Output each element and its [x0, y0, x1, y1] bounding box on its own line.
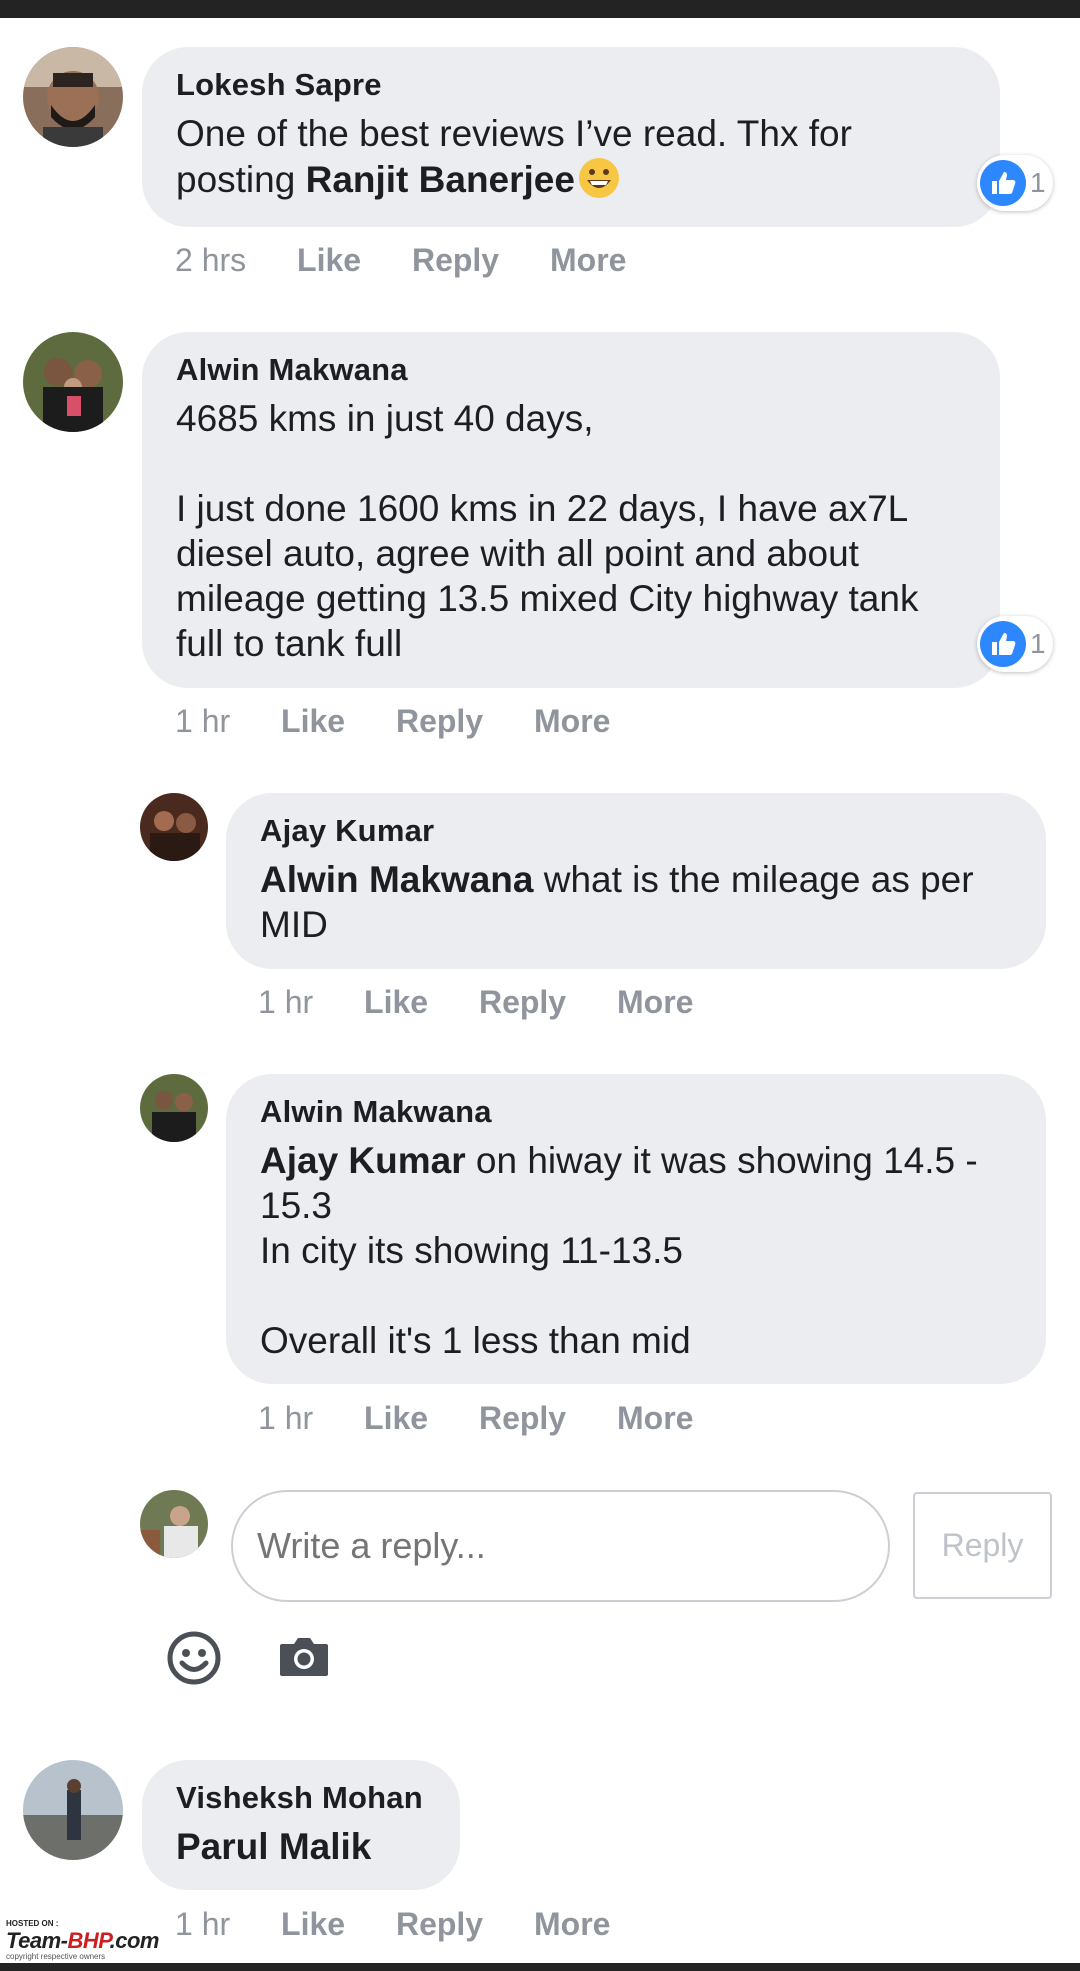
more-button[interactable]: More — [534, 1906, 610, 1942]
comment-author[interactable]: Lokesh Sapre — [176, 65, 966, 105]
like-button[interactable]: Like — [297, 242, 361, 278]
reply-bubble: Ajay Kumar Alwin Makwana what is the mil… — [226, 793, 1046, 969]
reply-button[interactable]: Reply — [479, 984, 566, 1020]
emoji-icon[interactable] — [166, 1630, 222, 1686]
comment-text: Ajay Kumar on hiway it was showing 14.5 … — [260, 1140, 978, 1361]
comment-bubble: Visheksh Mohan Parul Malik — [142, 1760, 460, 1890]
avatar[interactable] — [140, 1074, 208, 1142]
reply-button[interactable]: Reply — [396, 1906, 483, 1942]
watermark-copyright: copyright respective owners — [6, 1952, 106, 1961]
comment-author[interactable]: Visheksh Mohan — [176, 1778, 426, 1818]
mention-link[interactable]: Parul Malik — [176, 1826, 371, 1867]
comment-actions: 1 hr Like Reply More — [258, 982, 735, 1022]
reaction-count[interactable]: 1 — [977, 155, 1053, 211]
comment-text: Parul Malik — [176, 1824, 426, 1869]
avatar[interactable] — [23, 332, 123, 432]
reply-button[interactable]: Reply — [479, 1400, 566, 1436]
comment-text: One of the best reviews I’ve read. Thx f… — [176, 113, 863, 200]
bottom-bar — [0, 1963, 1080, 1971]
grinning-face-icon — [578, 158, 619, 198]
like-button[interactable]: Like — [364, 984, 428, 1020]
comment-author[interactable]: Alwin Makwana — [176, 350, 966, 390]
more-button[interactable]: More — [617, 1400, 693, 1436]
more-button[interactable]: More — [617, 984, 693, 1020]
watermark-logo: Team-BHP.com — [6, 1928, 159, 1953]
more-button[interactable]: More — [534, 703, 610, 739]
reply-submit-button[interactable]: Reply — [913, 1492, 1052, 1599]
like-button[interactable]: Like — [364, 1400, 428, 1436]
timestamp[interactable]: 1 hr — [258, 984, 313, 1020]
timestamp[interactable]: 2 hrs — [175, 242, 246, 278]
thumbs-up-icon — [980, 160, 1026, 206]
comment-actions: 1 hr Like Reply More — [175, 701, 652, 741]
avatar[interactable] — [23, 47, 123, 147]
comment-author[interactable]: Alwin Makwana — [260, 1092, 1012, 1132]
reaction-count[interactable]: 1 — [977, 616, 1053, 672]
comment-text: Alwin Makwana what is the mileage as per… — [260, 859, 984, 945]
comment-actions: 1 hr Like Reply More — [175, 1904, 652, 1944]
avatar[interactable] — [140, 793, 208, 861]
like-button[interactable]: Like — [281, 1906, 345, 1942]
thumbs-up-icon — [980, 621, 1026, 667]
comment-text: 4685 kms in just 40 days, I just done 16… — [176, 398, 919, 664]
mention-link[interactable]: Ajay Kumar — [260, 1140, 466, 1181]
comment-bubble: Alwin Makwana 4685 kms in just 40 days, … — [142, 332, 1000, 688]
current-user-avatar — [140, 1490, 208, 1558]
avatar[interactable] — [23, 1760, 123, 1860]
comment-author[interactable]: Ajay Kumar — [260, 811, 1012, 851]
watermark-hosted-label: HOSTED ON : — [6, 1919, 59, 1928]
more-button[interactable]: More — [550, 242, 626, 278]
comment-actions: 1 hr Like Reply More — [258, 1398, 735, 1438]
camera-icon[interactable] — [278, 1634, 330, 1678]
status-bar — [0, 0, 1080, 18]
mention-link[interactable]: Alwin Makwana — [260, 859, 533, 900]
reply-button[interactable]: Reply — [412, 242, 499, 278]
mention-link[interactable]: Ranjit Banerjee — [306, 159, 575, 200]
comment-bubble: Lokesh Sapre One of the best reviews I’v… — [142, 47, 1000, 227]
timestamp[interactable]: 1 hr — [258, 1400, 313, 1436]
reply-input[interactable] — [231, 1490, 890, 1602]
comment-actions: 2 hrs Like Reply More — [175, 240, 668, 280]
timestamp[interactable]: 1 hr — [175, 703, 230, 739]
reply-button[interactable]: Reply — [396, 703, 483, 739]
like-button[interactable]: Like — [281, 703, 345, 739]
reply-bubble: Alwin Makwana Ajay Kumar on hiway it was… — [226, 1074, 1046, 1384]
team-bhp-watermark: HOSTED ON : Team-BHP.com copyright respe… — [4, 1919, 194, 1963]
